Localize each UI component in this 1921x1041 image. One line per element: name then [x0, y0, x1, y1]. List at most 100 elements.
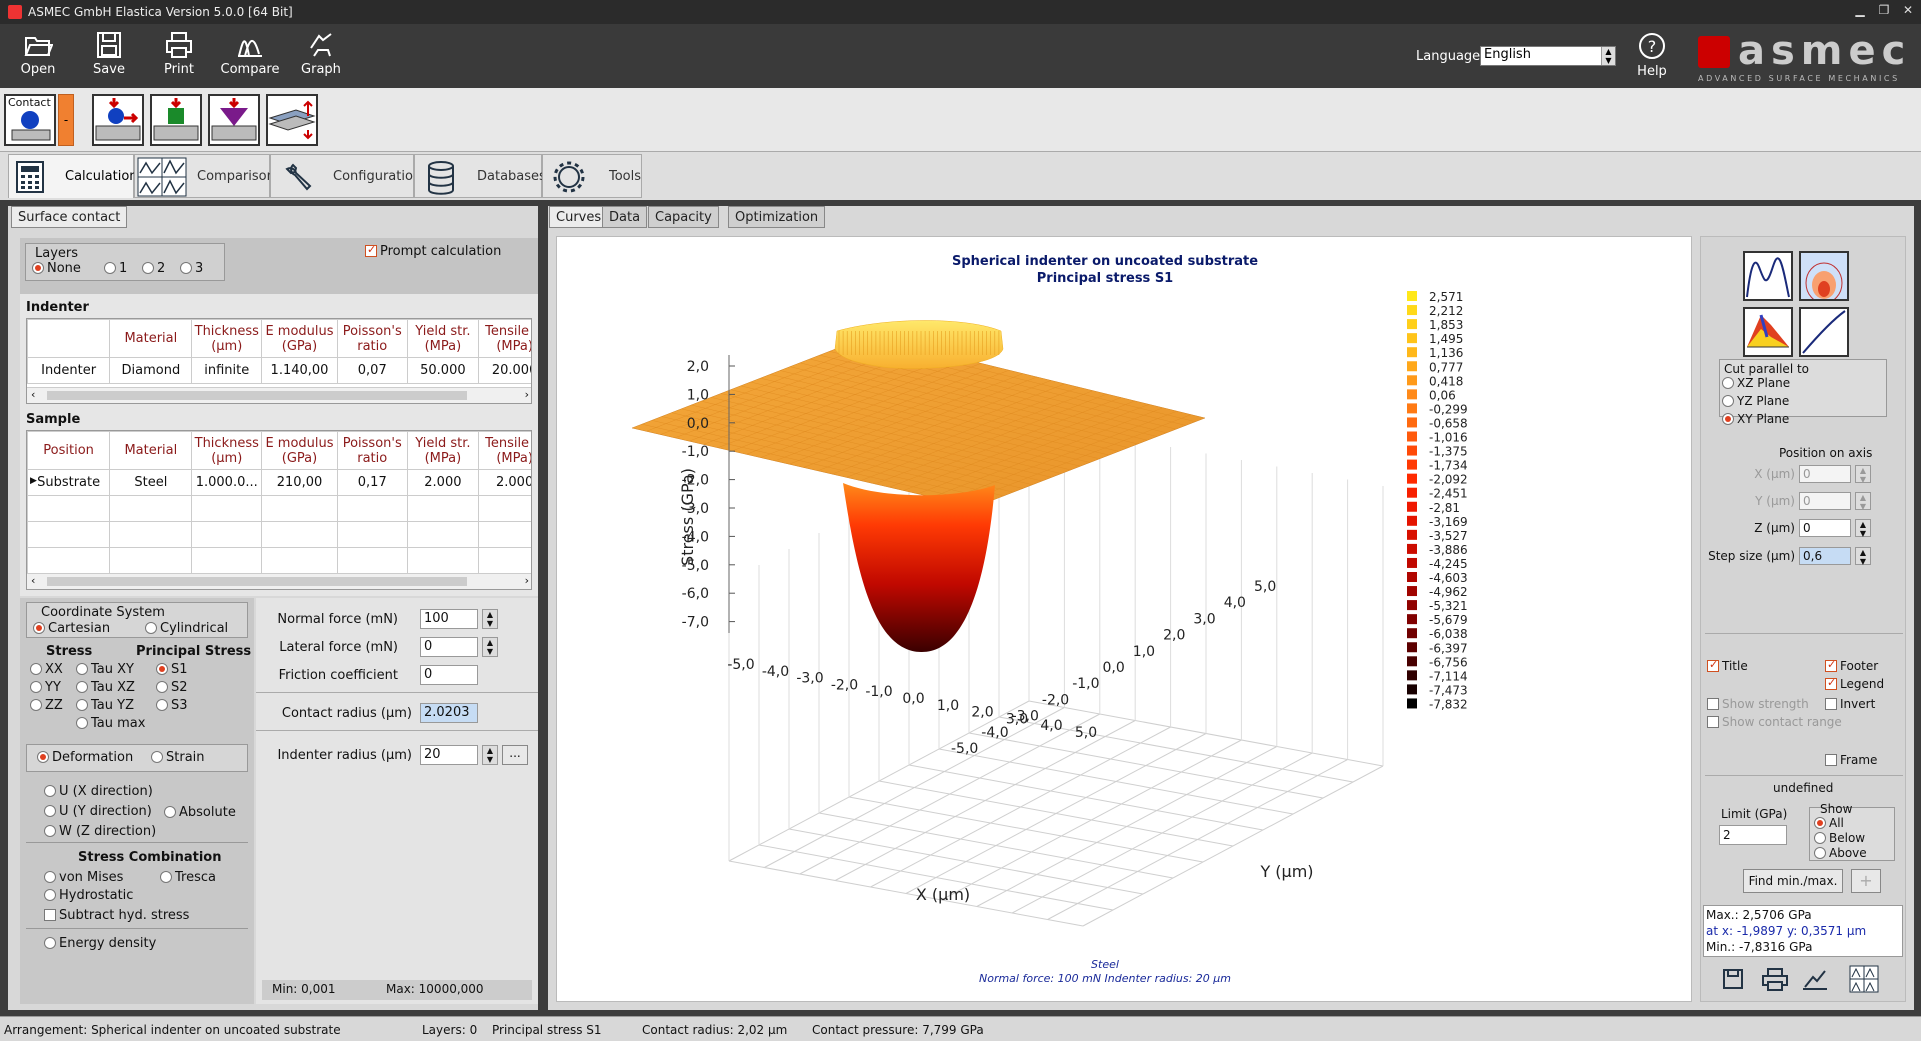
- tab-optimization[interactable]: Optimization: [728, 206, 826, 228]
- layers-3-radio[interactable]: 3: [180, 261, 203, 276]
- title-checkbox[interactable]: Title: [1707, 658, 1748, 673]
- layers-2-radio[interactable]: 2: [142, 261, 165, 276]
- flat-punch-button[interactable]: [150, 94, 202, 146]
- cone-indenter-button[interactable]: [208, 94, 260, 146]
- minimize-icon[interactable]: ▁: [1850, 3, 1870, 20]
- cylindrical-radio[interactable]: Cylindrical: [145, 621, 228, 636]
- scroll-left-icon[interactable]: ‹: [31, 574, 35, 587]
- stress-s3-radio[interactable]: S3: [156, 698, 188, 713]
- frame-checkbox[interactable]: Frame: [1825, 753, 1877, 767]
- y-position-spinner[interactable]: ▲ ▼: [1855, 492, 1871, 511]
- table-row[interactable]: Substrate Steel 1.000.0... 210,00 0,17 2…: [27, 469, 531, 496]
- tab-capacity[interactable]: Capacity: [648, 206, 719, 228]
- indenter-radius-more-button[interactable]: ...: [502, 745, 528, 765]
- indenter-radius-spinner[interactable]: ▲ ▼: [482, 745, 498, 765]
- surface-view-button[interactable]: [1743, 307, 1793, 357]
- save-button[interactable]: Save: [79, 30, 139, 77]
- curve-view-button[interactable]: [1743, 251, 1793, 301]
- vonmises-radio[interactable]: von Mises: [44, 870, 123, 885]
- contact-button[interactable]: Contact: [4, 94, 56, 146]
- absolute-radio[interactable]: Absolute: [164, 805, 236, 820]
- xy-plane-radio[interactable]: XY Plane: [1722, 412, 1789, 426]
- strain-radio[interactable]: Strain: [151, 750, 205, 765]
- maximize-icon[interactable]: ❐: [1874, 3, 1894, 20]
- save-chart-icon[interactable]: [1721, 967, 1745, 991]
- graph-edit-icon[interactable]: [1801, 967, 1829, 991]
- print-button[interactable]: Print: [149, 30, 209, 77]
- indenter-radius-input[interactable]: 20: [420, 745, 478, 765]
- layer-bending-button[interactable]: [266, 94, 318, 146]
- stress-taumax-radio[interactable]: Tau max: [76, 716, 145, 731]
- normal-force-input[interactable]: 100: [420, 609, 478, 629]
- stress-tauxz-radio[interactable]: Tau XZ: [76, 680, 135, 695]
- stress-s1-radio[interactable]: S1: [156, 662, 188, 677]
- xz-plane-radio[interactable]: XZ Plane: [1722, 376, 1790, 390]
- prompt-calculation-checkbox[interactable]: Prompt calculation: [365, 243, 501, 259]
- tab-databases[interactable]: Databases: [414, 154, 546, 198]
- surface-chart[interactable]: 2,01,00,0-1,0-2,0-3,0-4,0-5,0-6,0-7,0-5,…: [557, 237, 1693, 1003]
- normal-force-spinner[interactable]: ▲ ▼: [482, 609, 498, 629]
- table-row[interactable]: Indenter Diamond infinite 1.140,00 0,07 …: [27, 357, 531, 384]
- compare-chart-icon[interactable]: [1849, 965, 1879, 993]
- stress-tauxy-radio[interactable]: Tau XY: [76, 662, 134, 677]
- print-chart-icon[interactable]: [1761, 967, 1789, 991]
- help-button[interactable]: ? Help: [1632, 32, 1672, 79]
- compare-button[interactable]: Compare: [220, 30, 280, 77]
- friction-input[interactable]: 0: [420, 665, 478, 685]
- line-view-button[interactable]: [1799, 307, 1849, 357]
- tab-configuration[interactable]: Configuration: [270, 154, 421, 198]
- stress-yy-radio[interactable]: YY: [30, 680, 61, 695]
- subtract-hyd-checkbox[interactable]: Subtract hyd. stress: [44, 908, 189, 923]
- find-minmax-button[interactable]: Find min./max.: [1743, 869, 1843, 893]
- show-below-radio[interactable]: Below: [1814, 831, 1865, 845]
- energy-density-radio[interactable]: Energy density: [44, 936, 156, 951]
- footer-checkbox[interactable]: Footer: [1825, 658, 1878, 673]
- sample-hscrollbar[interactable]: ‹ ›: [27, 573, 531, 589]
- tab-data[interactable]: Data: [602, 206, 648, 228]
- legend-checkbox[interactable]: Legend: [1825, 676, 1884, 691]
- z-position-spinner[interactable]: ▲ ▼: [1855, 519, 1871, 538]
- lateral-force-input[interactable]: 0: [420, 637, 478, 657]
- layers-1-radio[interactable]: 1: [104, 261, 127, 276]
- show-above-radio[interactable]: Above: [1814, 846, 1867, 860]
- close-icon[interactable]: ✕: [1898, 3, 1918, 20]
- tab-surface-contact[interactable]: Surface contact: [11, 206, 128, 228]
- tresca-radio[interactable]: Tresca: [160, 870, 216, 885]
- scroll-right-icon[interactable]: ›: [525, 388, 529, 401]
- z-position-input[interactable]: 0: [1799, 519, 1851, 537]
- show-all-radio[interactable]: All: [1814, 816, 1844, 830]
- add-marker-button[interactable]: +: [1851, 869, 1881, 893]
- hydrostatic-radio[interactable]: Hydrostatic: [44, 888, 133, 903]
- step-size-input[interactable]: 0,6: [1799, 547, 1851, 565]
- graph-button[interactable]: Graph: [291, 30, 351, 77]
- stress-xx-radio[interactable]: XX: [30, 662, 63, 677]
- tab-comparison[interactable]: Comparison: [134, 154, 275, 198]
- show-contact-range-checkbox[interactable]: Show contact range: [1707, 715, 1842, 729]
- scroll-right-icon[interactable]: ›: [525, 574, 529, 587]
- y-position-input[interactable]: 0: [1799, 492, 1851, 510]
- limit-input[interactable]: 2: [1719, 825, 1787, 845]
- language-select[interactable]: English ▲ ▼: [1480, 46, 1616, 66]
- lateral-indenter-button[interactable]: [92, 94, 144, 146]
- invert-checkbox[interactable]: Invert: [1825, 697, 1875, 711]
- yz-plane-radio[interactable]: YZ Plane: [1722, 394, 1789, 408]
- stress-tauyz-radio[interactable]: Tau YZ: [76, 698, 134, 713]
- tab-calculation[interactable]: Calculation: [8, 154, 138, 198]
- lateral-force-spinner[interactable]: ▲ ▼: [482, 637, 498, 657]
- layers-none-radio[interactable]: None: [32, 261, 81, 276]
- w-radio[interactable]: W (Z direction): [44, 824, 156, 839]
- indenter-hscrollbar[interactable]: ‹ ›: [27, 387, 531, 403]
- stress-zz-radio[interactable]: ZZ: [30, 698, 63, 713]
- scroll-left-icon[interactable]: ‹: [31, 388, 35, 401]
- tab-tools[interactable]: Tools: [542, 154, 642, 198]
- uy-radio[interactable]: U (Y direction): [44, 804, 152, 819]
- arrangement-dropdown[interactable]: -: [58, 94, 74, 146]
- x-position-spinner[interactable]: ▲ ▼: [1855, 465, 1871, 484]
- stress-s2-radio[interactable]: S2: [156, 680, 188, 695]
- x-position-input[interactable]: 0: [1799, 465, 1851, 483]
- contour-view-button[interactable]: [1799, 251, 1849, 304]
- deformation-radio[interactable]: Deformation: [37, 750, 133, 765]
- open-button[interactable]: Open: [8, 30, 68, 77]
- cartesian-radio[interactable]: Cartesian: [33, 621, 110, 636]
- tab-curves[interactable]: Curves: [549, 206, 609, 228]
